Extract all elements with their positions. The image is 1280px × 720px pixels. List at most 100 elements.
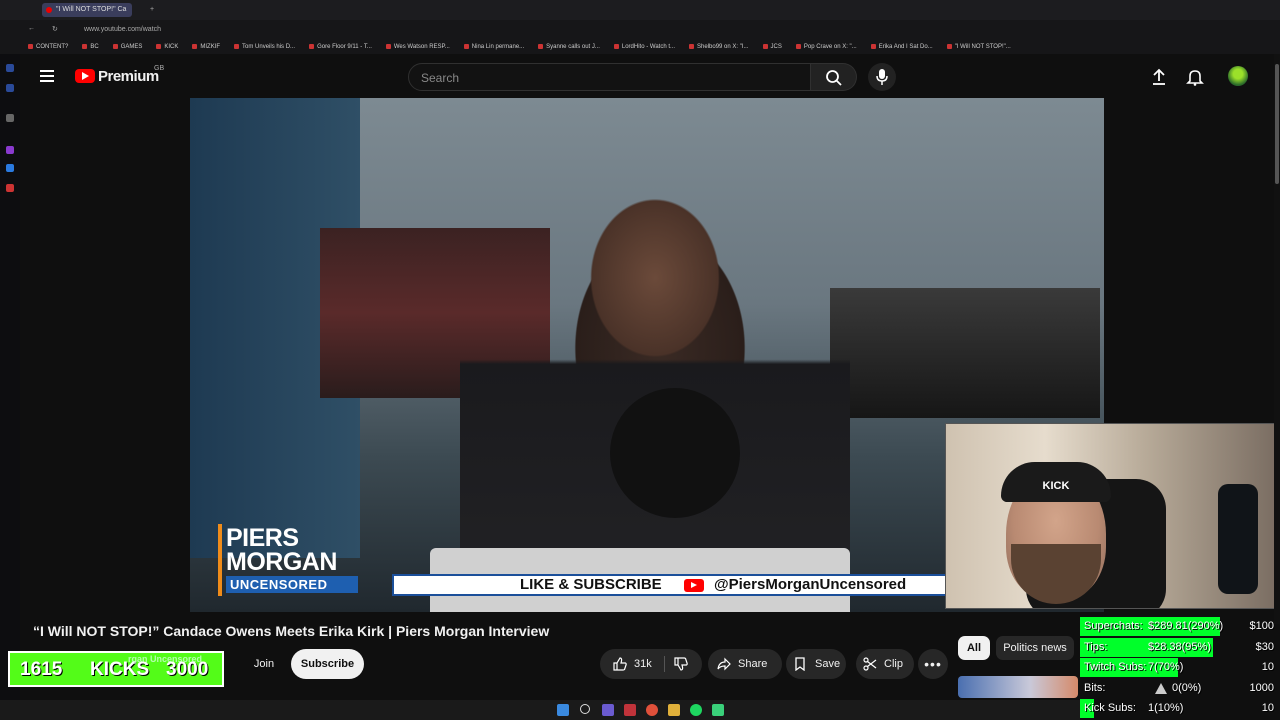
chip-all[interactable]: All bbox=[958, 636, 990, 660]
youtube-header: Premium GB Search bbox=[20, 54, 1280, 100]
video-frame-books bbox=[830, 288, 1100, 418]
bookmark-item[interactable]: CONTENT? bbox=[28, 40, 68, 54]
like-count: 31k bbox=[634, 658, 652, 670]
share-label: Share bbox=[738, 658, 768, 670]
side-rail-icon[interactable] bbox=[6, 64, 14, 72]
address-field[interactable]: www.youtube.com/watch bbox=[84, 26, 161, 33]
twitch-icon[interactable] bbox=[6, 146, 14, 154]
bookmark-item[interactable]: "I Will NOT STOP!"... bbox=[947, 40, 1011, 54]
taskbar-chrome-icon[interactable] bbox=[646, 704, 658, 716]
page-scrollbar[interactable] bbox=[1274, 54, 1280, 624]
taskbar-app-icon[interactable] bbox=[602, 704, 614, 716]
bookmark-item[interactable]: Shelbo99 on X: "I... bbox=[689, 40, 749, 54]
more-actions-button[interactable]: ••• bbox=[918, 649, 948, 679]
windows-start-icon[interactable] bbox=[557, 704, 569, 716]
logo-line-3: UNCENSORED bbox=[226, 576, 358, 593]
bookmark-item[interactable]: Nina Lin permane... bbox=[464, 40, 524, 54]
taskbar-spotify-icon[interactable] bbox=[690, 704, 702, 716]
bookmark-item[interactable]: Erika And I Sat Do... bbox=[871, 40, 933, 54]
messenger-icon[interactable] bbox=[6, 164, 14, 172]
webcam-hat: KICK bbox=[1001, 462, 1111, 502]
search-icon bbox=[826, 70, 842, 86]
taskbar-app-icon[interactable] bbox=[712, 704, 724, 716]
bookmark-item[interactable]: Gore Floor 9/11 - T... bbox=[309, 40, 372, 54]
microphone-icon bbox=[876, 69, 888, 85]
hat-logo-text: KICK bbox=[1042, 480, 1070, 492]
upload-icon[interactable] bbox=[1150, 68, 1168, 86]
taskbar-browser-icon[interactable] bbox=[624, 704, 636, 716]
taskbar-folder-icon[interactable] bbox=[668, 704, 680, 716]
bookmark-item[interactable]: MIZKIF bbox=[192, 40, 220, 54]
stream-goal-row: Kick Subs: 1(10%) 10 bbox=[1080, 699, 1280, 719]
piers-morgan-logo: PIERS MORGAN UNCENSORED bbox=[218, 526, 358, 598]
banner-text: LIKE & SUBSCRIBE bbox=[520, 576, 662, 593]
logo-line-1: PIERS bbox=[226, 524, 299, 552]
save-button[interactable]: Save bbox=[786, 649, 846, 679]
more-icon: ••• bbox=[924, 656, 942, 672]
subscribe-button[interactable]: Subscribe bbox=[291, 649, 364, 679]
browser-tab-title: "I Will NOT STOP!" Ca bbox=[56, 6, 127, 13]
clip-button[interactable]: Clip bbox=[856, 649, 914, 679]
stream-goal-label: Tips: bbox=[1084, 640, 1108, 653]
stream-goal-target: $100 bbox=[1249, 620, 1274, 632]
search-input[interactable]: Search bbox=[408, 63, 811, 91]
stream-goal-value: $28.38(95%) bbox=[1148, 640, 1211, 653]
save-label: Save bbox=[815, 658, 841, 670]
reload-icon[interactable]: ↻ bbox=[52, 25, 58, 33]
instagram-icon[interactable] bbox=[6, 184, 14, 192]
youtube-favicon-icon bbox=[46, 7, 52, 13]
chip-politics-news[interactable]: Politics news bbox=[996, 636, 1074, 660]
youtube-mini-logo-icon bbox=[684, 579, 704, 592]
stream-goal-row: Superchats: $289.81(290%) $100 bbox=[1080, 617, 1280, 636]
kicks-goal-bar: 1615 KICKS 3000 rgan Uncensored bbox=[8, 651, 224, 687]
share-button[interactable]: Share bbox=[708, 649, 782, 679]
stream-goal-label: Kick Subs: bbox=[1084, 702, 1136, 715]
stream-goal-row: Bits: 0(0%) 1000 bbox=[1080, 679, 1280, 698]
warning-icon bbox=[1155, 682, 1167, 694]
side-rail-icon[interactable] bbox=[6, 114, 14, 122]
webcam-coat bbox=[1218, 484, 1258, 594]
bookmark-item[interactable]: Tom Unveils his D... bbox=[234, 40, 295, 54]
stream-goal-row: Twitch Subs: 7(70%) 10 bbox=[1080, 658, 1280, 678]
kicks-count: 1615 bbox=[20, 659, 63, 680]
bookmark-item[interactable]: GAMES bbox=[113, 40, 143, 54]
premium-wordmark[interactable]: Premium bbox=[98, 68, 159, 85]
like-divider bbox=[664, 656, 665, 672]
dislike-icon[interactable] bbox=[674, 657, 688, 671]
bookmark-item[interactable]: KICK bbox=[156, 40, 178, 54]
youtube-logo-icon[interactable] bbox=[75, 69, 95, 83]
menu-icon[interactable] bbox=[40, 70, 54, 82]
bookmark-item[interactable]: Syanne calls out J... bbox=[538, 40, 600, 54]
video-title: “I Will NOT STOP!” Candace Owens Meets E… bbox=[33, 623, 550, 639]
search-button[interactable] bbox=[811, 63, 857, 91]
stream-goal-target: 1000 bbox=[1249, 681, 1274, 694]
bookmark-item[interactable]: Wes Watson RESP... bbox=[386, 40, 450, 54]
new-tab-button[interactable]: + bbox=[136, 3, 160, 17]
scrollbar-thumb[interactable] bbox=[1275, 64, 1279, 184]
voice-search-button[interactable] bbox=[868, 63, 896, 91]
stream-goal-target: 10 bbox=[1261, 661, 1274, 674]
like-subscribe-banner: LIKE & SUBSCRIBE @PiersMorganUncensored bbox=[392, 574, 948, 596]
browser-tab-active[interactable]: "I Will NOT STOP!" Ca bbox=[42, 3, 133, 17]
clip-label: Clip bbox=[884, 658, 903, 670]
taskbar-search-icon[interactable] bbox=[580, 704, 590, 714]
browser-url-bar: ← ↻ www.youtube.com/watch bbox=[0, 20, 1280, 40]
back-icon[interactable]: ← bbox=[28, 25, 35, 32]
like-icon[interactable] bbox=[613, 657, 627, 671]
stream-goal-value: 7(70%) bbox=[1148, 661, 1184, 674]
stream-goal-target: $30 bbox=[1255, 640, 1274, 653]
notifications-bell-icon[interactable] bbox=[1186, 68, 1204, 86]
bookmark-item[interactable]: Pop Crave on X: "... bbox=[796, 40, 857, 54]
bookmark-item[interactable]: BC bbox=[82, 40, 98, 54]
bookmark-item[interactable]: LordHito - Watch t... bbox=[614, 40, 675, 54]
stream-goals-overlay: Superchats: $289.81(290%) $100 Tips: $28.38(… bbox=[1080, 617, 1280, 720]
bookmark-icon bbox=[795, 657, 805, 671]
side-rail-icon[interactable] bbox=[6, 84, 14, 92]
join-button[interactable]: Join bbox=[244, 649, 284, 679]
stream-goal-value: 1(10%) bbox=[1148, 702, 1184, 715]
banner-handle: @PiersMorganUncensored bbox=[714, 576, 907, 593]
browser-tab-bar: "I Will NOT STOP!" Ca + bbox=[0, 0, 1280, 20]
account-avatar[interactable] bbox=[1228, 66, 1248, 86]
bookmark-item[interactable]: JCS bbox=[763, 40, 782, 54]
recommended-video-thumbnail[interactable] bbox=[958, 676, 1078, 698]
